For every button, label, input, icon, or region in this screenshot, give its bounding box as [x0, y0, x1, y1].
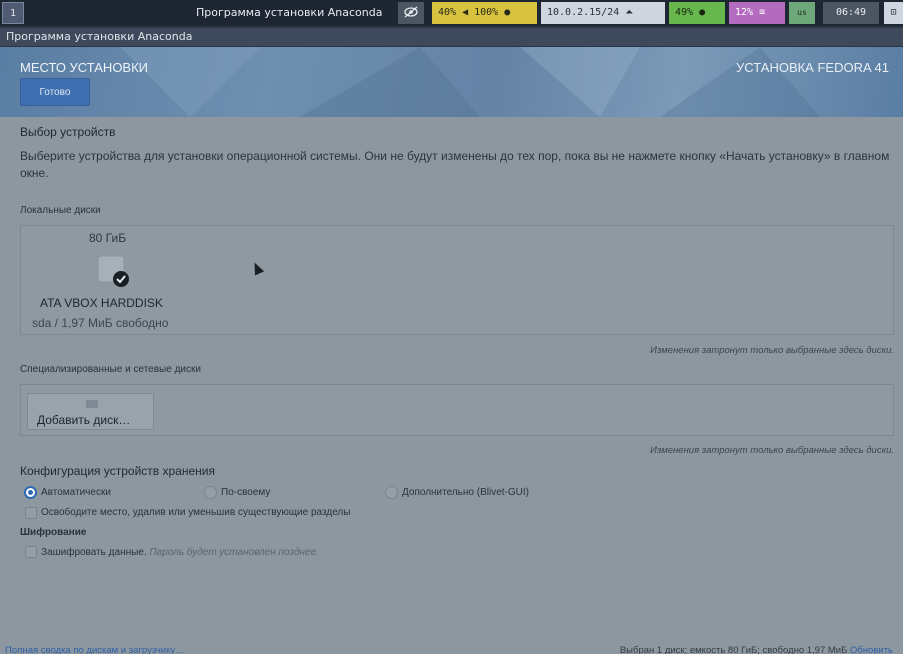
disk-free-space: sda / 1,97 МиБ свободно	[32, 316, 169, 330]
radio-automatic-label[interactable]: Автоматически	[41, 487, 111, 498]
spoke-content: Выбор устройств Выберите устройства для …	[0, 117, 903, 654]
radio-advanced-label[interactable]: Дополнительно (Blivet-GUI)	[402, 487, 529, 498]
special-disks-note: Изменения затронут только выбранные здес…	[650, 445, 894, 456]
window-titlebar[interactable]: Программа установки Anaconda	[0, 26, 903, 47]
done-button[interactable]: Готово	[20, 78, 90, 106]
audio-status[interactable]: 40% ◀ 100% ●	[432, 2, 537, 24]
radio-advanced[interactable]	[385, 486, 398, 499]
radio-automatic[interactable]	[24, 486, 37, 499]
installer-window: МЕСТО УСТАНОВКИ Готово УСТАНОВКА FEDORA …	[0, 47, 903, 654]
disk-item[interactable]: 80 ГиБ ATA VBOX HARDDISK sda / 1,97 МиБ …	[21, 226, 201, 334]
refresh-link[interactable]: Обновить	[850, 645, 893, 654]
focused-window-title: Программа установки Anaconda	[196, 6, 383, 19]
cpu-status[interactable]: 12% ≡	[729, 2, 785, 24]
disk-name: ATA VBOX HARDDISK	[40, 296, 163, 310]
local-disks-panel: 80 ГиБ ATA VBOX HARDDISK sda / 1,97 МиБ …	[20, 225, 894, 335]
special-disks-panel: Добавить диск…	[20, 384, 894, 436]
special-disks-label: Специализированные и сетевые диски	[20, 364, 201, 375]
battery-icon: ●	[699, 7, 706, 18]
selection-summary-text: Выбран 1 диск; емкость 80 ГиБ; свободно …	[619, 645, 848, 654]
local-disks-note: Изменения затронут только выбранные здес…	[650, 345, 894, 356]
disk-summary-link[interactable]: Полная сводка по дискам и загрузчику…	[5, 645, 185, 654]
status-bar: 1 Программа установки Anaconda 40% ◀ 100…	[0, 0, 903, 26]
header-pattern	[120, 47, 820, 117]
spoke-header: МЕСТО УСТАНОВКИ Готово УСТАНОВКА FEDORA …	[0, 47, 903, 117]
eye-slash-icon	[398, 2, 424, 24]
local-disks-label: Локальные диски	[20, 205, 101, 216]
device-selection-description: Выберите устройства для установки операц…	[20, 149, 890, 180]
encrypt-text: Зашифровать данные.	[41, 547, 147, 558]
encryption-heading: Шифрование	[20, 527, 87, 538]
encrypt-label[interactable]: Зашифровать данные. Пароль будет установ…	[41, 547, 319, 558]
product-title: УСТАНОВКА FEDORA 41	[736, 60, 889, 75]
device-selection-heading: Выбор устройств	[20, 125, 116, 139]
tray-icon[interactable]: ⊡	[884, 2, 903, 24]
ip-address: 10.0.2.15/24	[547, 7, 620, 18]
window-title: Программа установки Anaconda	[6, 30, 193, 43]
network-icon: ⏶	[625, 7, 634, 18]
radio-custom-label[interactable]: По-своему	[221, 487, 270, 498]
add-disk-label: Добавить диск…	[37, 413, 131, 427]
add-disk-button[interactable]: Добавить диск…	[27, 393, 154, 430]
workspace-button[interactable]: 1	[2, 2, 24, 24]
clock: 06:49	[823, 2, 879, 24]
harddisk-icon	[96, 254, 129, 288]
encrypt-hint: Пароль будет установлен позднее.	[149, 547, 319, 558]
keyboard-layout[interactable]: us	[789, 2, 815, 24]
storage-config-heading: Конфигурация устройств хранения	[20, 464, 215, 478]
selection-summary: Выбран 1 диск; емкость 80 ГиБ; свободно …	[620, 645, 893, 654]
encrypt-checkbox[interactable]	[25, 546, 37, 558]
radio-custom[interactable]	[204, 486, 217, 499]
battery-status[interactable]: 49% ●	[669, 2, 725, 24]
disk-size: 80 ГиБ	[89, 231, 127, 245]
network-status[interactable]: 10.0.2.15/24 ⏶	[541, 2, 665, 24]
battery-percent: 49%	[675, 7, 694, 18]
reclaim-space-checkbox[interactable]	[25, 507, 37, 519]
spoke-title: МЕСТО УСТАНОВКИ	[20, 60, 149, 75]
network-disk-icon	[86, 400, 98, 408]
reclaim-space-label[interactable]: Освободите место, удалив или уменьшив су…	[41, 507, 350, 518]
